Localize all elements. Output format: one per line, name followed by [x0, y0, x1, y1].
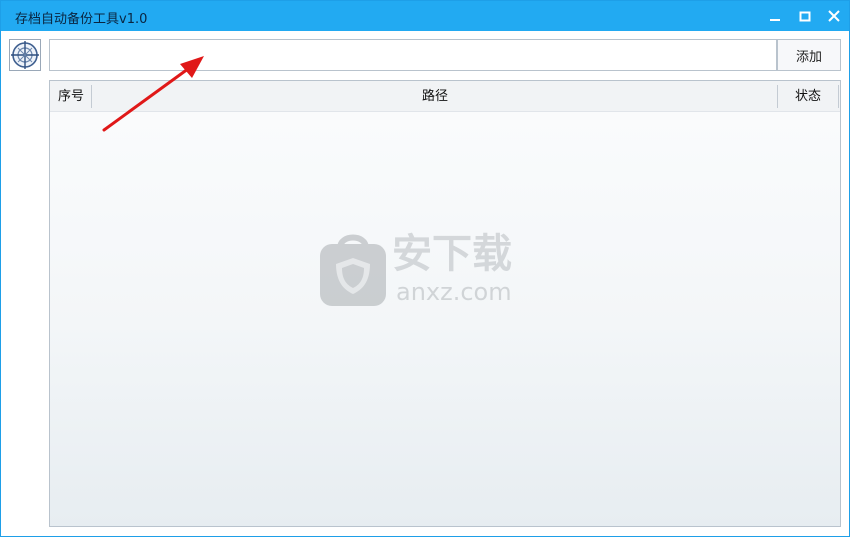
close-button[interactable] [823, 6, 845, 26]
red-arrow-icon [102, 56, 204, 132]
title-bar[interactable]: 存档自动备份工具v1.0 [1, 1, 849, 31]
column-header-index[interactable]: 序号 [50, 81, 92, 112]
backup-list[interactable]: 序号 路径 状态 安下载 anxz.com [49, 80, 841, 527]
maximize-button[interactable] [794, 6, 816, 26]
crosshair-icon [11, 41, 39, 69]
watermark-text-en: anxz.com [396, 278, 512, 306]
add-button[interactable]: 添加 [777, 39, 841, 71]
maximize-icon [799, 11, 811, 22]
watermark-text-cn: 安下载 [392, 231, 512, 277]
shield-bag-icon [320, 234, 386, 306]
column-header-status[interactable]: 状态 [778, 81, 838, 112]
minimize-icon [770, 19, 780, 21]
column-divider[interactable] [838, 85, 839, 108]
close-icon [828, 10, 840, 22]
app-window: 存档自动备份工具v1.0 添加 序号 路径 状态 安下载 anxz.com [0, 0, 850, 537]
app-logo[interactable] [9, 39, 41, 71]
watermark: 安下载 anxz.com [318, 228, 538, 313]
window-title: 存档自动备份工具v1.0 [15, 12, 148, 27]
minimize-button[interactable] [764, 6, 786, 26]
